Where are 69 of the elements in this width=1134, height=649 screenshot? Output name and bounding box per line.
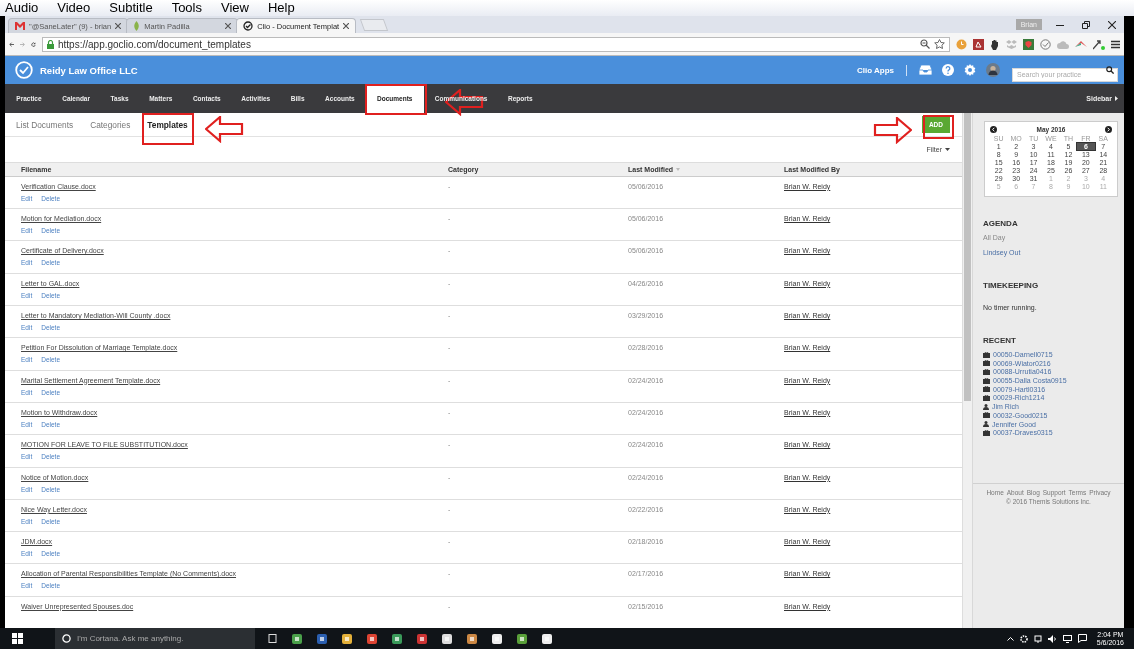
menu-item[interactable]: Subtitle [109,0,153,16]
shield-icon[interactable] [1023,38,1034,50]
close-icon[interactable] [343,23,350,29]
volume-icon[interactable] [1047,634,1057,643]
check-circle-icon[interactable] [1040,38,1051,50]
app-icon[interactable] [466,632,478,645]
arrow-icon[interactable] [1093,38,1105,50]
windows-icon[interactable] [12,633,23,644]
menu-item[interactable]: Help [267,0,295,16]
arrow-icon [872,117,912,144]
person-icon [983,403,989,410]
app-icon[interactable] [491,632,503,645]
close-icon[interactable] [1108,20,1116,29]
next-icon[interactable] [1105,126,1112,133]
menu-icon[interactable] [1111,39,1120,49]
menu-item[interactable]: Video [57,0,91,16]
app-icon[interactable] [541,632,553,645]
app-icon[interactable] [291,632,303,645]
menu-item[interactable]: Tools [171,0,202,16]
leaf-icon [133,21,141,31]
inbox-icon[interactable] [919,65,932,75]
subnav-tab[interactable]: Categories [86,116,135,133]
avatar-icon[interactable] [986,63,1000,77]
section-heading: TIMEKEEPING [983,281,1040,290]
app-icon[interactable] [516,632,528,645]
search-icon[interactable] [1106,66,1114,74]
message-icon[interactable] [1077,634,1087,643]
app-icon[interactable] [391,632,403,645]
reload-icon[interactable] [31,39,36,49]
restore-icon[interactable] [1082,20,1090,29]
subnav-tab[interactable]: Templates [143,116,192,133]
monitor-icon[interactable] [1062,634,1072,643]
circle-icon [62,634,71,643]
app-icon[interactable] [316,632,328,645]
briefcase-icon [983,412,990,419]
menu-item[interactable]: View [221,0,249,16]
mail-icon [15,22,25,30]
close-icon[interactable] [225,23,232,29]
app-icon[interactable] [441,632,453,645]
briefcase-icon [983,429,990,436]
settings-icon[interactable] [964,64,976,76]
scroll-thumb[interactable] [964,113,971,401]
highlight-frame [923,115,954,139]
person-icon [983,421,989,427]
chevron-icon[interactable] [1006,636,1014,641]
previous-icon[interactable] [990,126,997,133]
app-icon[interactable] [416,632,428,645]
briefcase-icon [983,377,990,384]
briefcase-icon [983,351,990,358]
caret-icon[interactable] [1115,96,1118,101]
arrow-icon [205,116,245,143]
highlight-frame [142,113,194,145]
firm-name: Reidy Law Office LLC [40,64,138,76]
hand-icon[interactable] [990,38,1000,50]
document-icon[interactable] [973,38,984,50]
app-icon[interactable] [366,632,378,645]
help-icon[interactable] [942,64,954,76]
menu-item[interactable]: Audio [5,0,39,16]
scrollbar[interactable] [962,113,972,629]
highlight-frame [365,84,427,115]
caret-icon[interactable] [945,148,950,152]
search-field[interactable]: I'm Cortana. Ask me anything. [55,628,255,649]
task-view-icon[interactable] [267,634,278,643]
section-heading: AGENDA [983,219,1019,228]
check-circle-icon [243,21,254,31]
section-heading: RECENT [983,336,1017,345]
close-icon[interactable] [115,23,122,29]
app-icon[interactable] [341,632,353,645]
subnav-tab[interactable]: List Documents [12,116,78,133]
